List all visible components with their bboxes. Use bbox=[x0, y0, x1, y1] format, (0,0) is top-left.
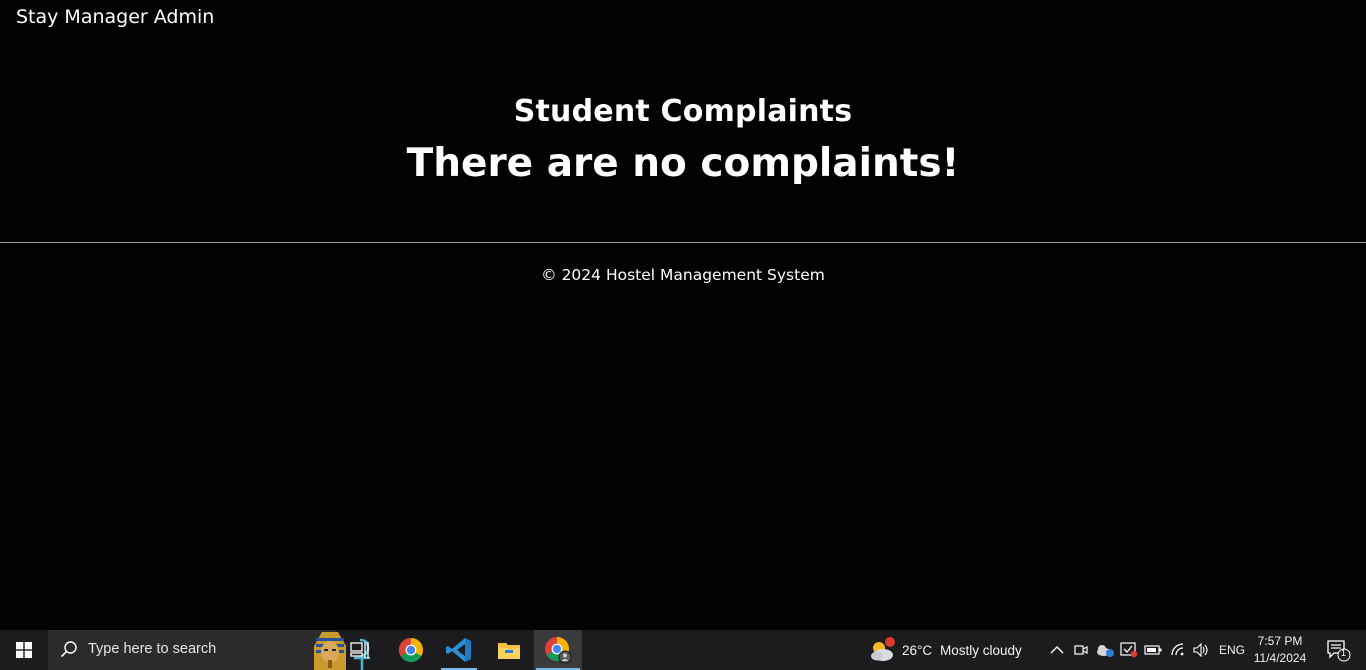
taskbar-app-chrome-active[interactable] bbox=[534, 630, 582, 670]
battery-icon bbox=[1144, 645, 1162, 655]
show-hidden-icons-button[interactable] bbox=[1046, 630, 1068, 670]
vscode-icon bbox=[446, 638, 471, 662]
cloudy-weather-icon bbox=[871, 637, 895, 661]
network-button[interactable] bbox=[1167, 630, 1189, 670]
footer-divider bbox=[0, 242, 1366, 243]
video-camera-icon bbox=[1074, 645, 1088, 655]
security-alert-icon bbox=[1120, 642, 1138, 658]
system-clock[interactable]: 7:57 PM 11/4/2024 bbox=[1249, 633, 1311, 667]
notification-count: 1 bbox=[1341, 648, 1347, 658]
task-view-icon bbox=[350, 642, 369, 658]
action-center-button[interactable]: 1 bbox=[1318, 630, 1358, 670]
chrome-icon bbox=[398, 638, 423, 663]
taskbar: Type here to search 26°C Mostly cloudy E… bbox=[0, 630, 1366, 670]
windows-icon bbox=[16, 642, 32, 658]
taskbar-app-file-explorer[interactable] bbox=[487, 630, 531, 670]
page-heading: Student Complaints bbox=[513, 94, 853, 129]
onedrive-button[interactable] bbox=[1094, 630, 1116, 670]
weather-condition[interactable]: Mostly cloudy bbox=[940, 630, 1022, 670]
notification-icon bbox=[1327, 640, 1351, 662]
chevron-up-icon bbox=[1050, 646, 1064, 654]
security-button[interactable] bbox=[1119, 630, 1139, 670]
battery-button[interactable] bbox=[1143, 630, 1163, 670]
clock-time: 7:57 PM bbox=[1257, 634, 1303, 648]
wifi-icon bbox=[1171, 643, 1184, 656]
brand-title[interactable]: Stay Manager Admin bbox=[16, 6, 214, 28]
empty-state-message: There are no complaints! bbox=[406, 141, 960, 186]
file-explorer-icon bbox=[498, 643, 520, 659]
search-placeholder: Type here to search bbox=[88, 641, 217, 657]
page: Stay Manager Admin Student Complaints Th… bbox=[0, 0, 1366, 630]
weather-badge bbox=[885, 637, 895, 647]
volume-button[interactable] bbox=[1190, 630, 1212, 670]
taskbar-app-vscode[interactable] bbox=[437, 630, 481, 670]
taskbar-app-chrome[interactable] bbox=[388, 630, 434, 670]
start-button[interactable] bbox=[0, 630, 48, 670]
weather-widget-icon-button[interactable] bbox=[866, 630, 898, 670]
footer-text: © 2024 Hostel Management System bbox=[541, 266, 825, 284]
search-icon bbox=[60, 641, 77, 658]
taskbar-search[interactable]: Type here to search bbox=[48, 630, 370, 670]
speaker-icon bbox=[1193, 643, 1208, 657]
task-view-button[interactable] bbox=[338, 630, 382, 670]
clock-date: 11/4/2024 bbox=[1253, 651, 1307, 665]
meet-now-button[interactable] bbox=[1072, 630, 1090, 670]
weather-temperature[interactable]: 26°C bbox=[902, 630, 932, 670]
input-language[interactable]: ENG bbox=[1219, 630, 1245, 670]
chrome-profile-icon bbox=[545, 637, 572, 664]
cloud-sync-icon bbox=[1097, 645, 1114, 657]
